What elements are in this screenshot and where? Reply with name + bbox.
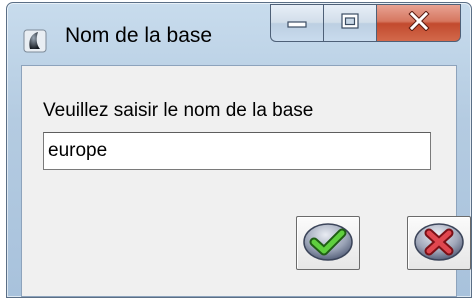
ok-button[interactable] <box>296 216 360 270</box>
cancel-x-icon <box>413 221 465 266</box>
checkmark-icon <box>302 221 354 266</box>
app-icon <box>23 29 47 53</box>
minimize-icon <box>286 13 308 34</box>
dialog-window: Nom de la base Veuillez saisir le nom de… <box>6 2 472 298</box>
prompt-label: Veuillez saisir le nom de la base <box>43 100 314 121</box>
maximize-icon <box>339 12 361 35</box>
minimize-button[interactable] <box>270 4 323 42</box>
close-button[interactable] <box>376 4 461 42</box>
dialog-body: Veuillez saisir le nom de la base <box>21 65 471 297</box>
cancel-button[interactable] <box>407 216 471 270</box>
database-name-input[interactable] <box>43 132 431 170</box>
close-icon <box>407 9 431 36</box>
title-bar[interactable]: Nom de la base <box>7 3 471 65</box>
caption-buttons <box>270 4 461 42</box>
maximize-button[interactable] <box>323 4 376 42</box>
window-title: Nom de la base <box>65 24 213 47</box>
